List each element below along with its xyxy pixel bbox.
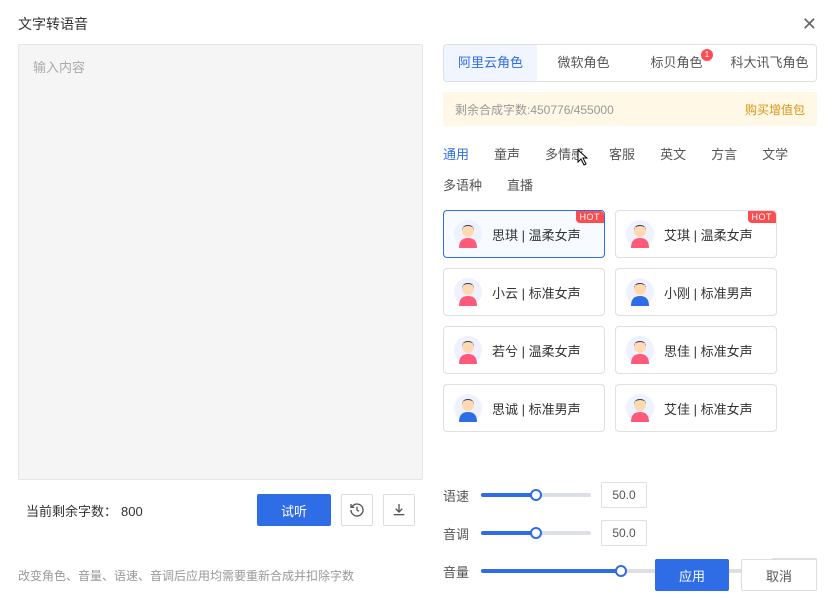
provider-tab[interactable]: 阿里云角色: [444, 45, 537, 81]
footer-note: 改变角色、音量、语速、音调后应用均需要重新合成并扣除字数: [18, 567, 643, 584]
history-button[interactable]: [341, 494, 373, 526]
provider-tabs: 阿里云角色微软角色标贝角色1科大讯飞角色: [443, 44, 817, 82]
voice-label: 思琪 | 温柔女声: [492, 225, 581, 244]
pitch-slider[interactable]: [481, 531, 591, 535]
category-tab[interactable]: 童声: [494, 138, 535, 169]
voice-card[interactable]: 艾佳 | 标准女声: [615, 384, 777, 432]
voice-list: 思琪 | 温柔女声 HOT 艾琪 | 温柔女声 HOT 小云 | 标准女声 小刚 | 标准…: [443, 210, 817, 432]
pitch-slider-row: 音调 50.0: [443, 520, 647, 546]
category-tab[interactable]: 英文: [660, 138, 701, 169]
voice-card[interactable]: 小云 | 标准女声: [443, 268, 605, 316]
voice-card[interactable]: 思琪 | 温柔女声 HOT: [443, 210, 605, 258]
avatar-icon: [454, 220, 482, 248]
speed-value: 50.0: [601, 482, 647, 508]
page-title: 文字转语音: [18, 14, 88, 34]
voice-label: 思佳 | 标准女声: [664, 341, 753, 360]
speed-slider-row: 语速 50.0: [443, 482, 647, 508]
category-tabs: 通用童声多情感客服英文方言文学多语种直播: [443, 138, 817, 200]
voice-label: 小刚 | 标准男声: [664, 283, 753, 302]
category-tab[interactable]: 通用: [443, 138, 484, 169]
text-input[interactable]: 输入内容: [18, 44, 423, 480]
avatar-icon: [454, 336, 482, 364]
voice-label: 若兮 | 温柔女声: [492, 341, 581, 360]
provider-tab[interactable]: 科大讯飞角色: [723, 45, 816, 81]
voice-card[interactable]: 思佳 | 标准女声: [615, 326, 777, 374]
pitch-value: 50.0: [601, 520, 647, 546]
avatar-icon: [626, 278, 654, 306]
voice-label: 思诚 | 标准男声: [492, 399, 581, 418]
cancel-button[interactable]: 取消: [741, 559, 817, 591]
preview-button[interactable]: 试听: [257, 494, 331, 526]
avatar-icon: [626, 394, 654, 422]
char-count: 当前剩余字数：800: [26, 501, 247, 520]
avatar-icon: [454, 278, 482, 306]
category-tab[interactable]: 客服: [609, 138, 650, 169]
provider-tab[interactable]: 微软角色: [537, 45, 630, 81]
category-tab[interactable]: 方言: [711, 138, 752, 169]
speed-slider[interactable]: [481, 493, 591, 497]
category-tab[interactable]: 多情感: [545, 138, 599, 169]
download-button[interactable]: [383, 494, 415, 526]
download-icon: [391, 502, 407, 518]
voice-label: 小云 | 标准女声: [492, 283, 581, 302]
category-tab[interactable]: 文学: [762, 138, 803, 169]
voice-card[interactable]: 艾琪 | 温柔女声 HOT: [615, 210, 777, 258]
voice-label: 艾琪 | 温柔女声: [664, 225, 753, 244]
avatar-icon: [626, 220, 654, 248]
tab-badge: 1: [701, 49, 713, 61]
hot-badge: HOT: [748, 211, 777, 223]
quota-text: 剩余合成字数:450776/455000: [455, 101, 614, 118]
avatar-icon: [626, 336, 654, 364]
buy-link[interactable]: 购买增值包: [745, 101, 805, 118]
input-placeholder: 输入内容: [33, 57, 408, 76]
hot-badge: HOT: [576, 211, 605, 223]
avatar-icon: [454, 394, 482, 422]
voice-card[interactable]: 思诚 | 标准男声: [443, 384, 605, 432]
apply-button[interactable]: 应用: [655, 559, 729, 591]
close-button[interactable]: ✕: [802, 15, 817, 33]
category-tab[interactable]: 直播: [507, 169, 548, 200]
voice-card[interactable]: 小刚 | 标准男声: [615, 268, 777, 316]
voice-label: 艾佳 | 标准女声: [664, 399, 753, 418]
voice-card[interactable]: 若兮 | 温柔女声: [443, 326, 605, 374]
category-tab[interactable]: 多语种: [443, 169, 497, 200]
quota-bar: 剩余合成字数:450776/455000 购买增值包: [443, 92, 817, 126]
provider-tab[interactable]: 标贝角色1: [630, 45, 723, 81]
history-icon: [349, 502, 365, 518]
